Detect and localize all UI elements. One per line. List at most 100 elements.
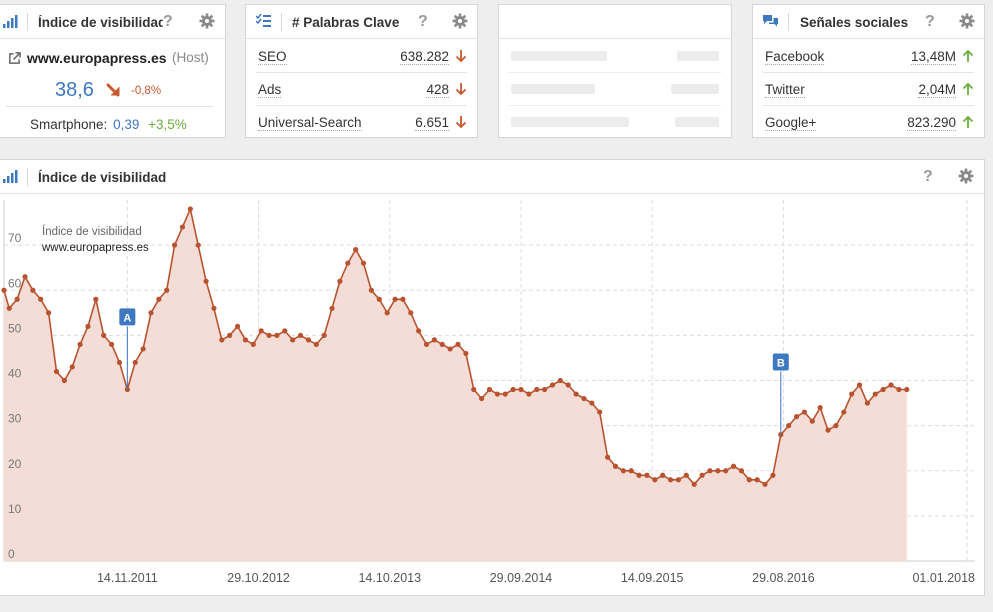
social-label[interactable]: Twitter [765,82,805,98]
data-point [620,468,626,474]
data-point [549,382,556,388]
data-point [510,386,516,393]
data-point [660,472,666,478]
data-point [691,481,697,487]
social-label[interactable]: Facebook [765,49,825,65]
data-point [786,423,792,429]
data-point [14,296,20,302]
arrow-down-icon [455,116,467,129]
divider-line [6,106,213,107]
help-icon[interactable]: ? [925,13,935,31]
data-point [337,278,343,284]
keyword-value[interactable]: 638.282 [400,49,449,65]
social-value[interactable]: 13,48M [910,49,956,65]
smartphone-label: Smartphone: [30,117,108,132]
signal-bars-icon [3,15,18,28]
social-row-facebook[interactable]: Facebook 13,48M [763,40,974,73]
data-point [431,337,437,343]
keyword-label[interactable]: Ads [258,82,282,98]
social-value[interactable]: 2,04M [918,82,956,98]
data-point [833,423,839,429]
help-icon[interactable]: ? [163,13,173,31]
data-point [581,395,587,402]
keyword-row-ads[interactable]: Ads 428 [256,73,467,106]
chart-panel-title: Índice de visibilidad [38,170,167,185]
keyword-label[interactable]: Universal-Search [258,115,362,131]
data-point [258,328,264,334]
keyword-value[interactable]: 6.651 [415,115,449,131]
social-label[interactable]: Google+ [765,115,817,131]
data-point [274,332,280,338]
placeholder-bar [671,84,719,94]
smartphone-change: +3,5% [148,117,187,132]
gear-icon[interactable] [959,13,975,29]
data-point [849,391,855,397]
data-point [219,337,225,343]
social-card-header: Señales sociales ? [753,5,984,39]
data-point [463,350,469,357]
trend-down-arrow-icon [106,83,120,97]
data-point [565,382,571,388]
keyword-value[interactable]: 428 [426,82,449,98]
data-point [156,296,162,302]
data-point [227,332,233,338]
help-icon[interactable]: ? [418,13,428,31]
data-point [746,477,752,483]
host-tag: (Host) [172,50,209,65]
y-tick-label: 70 [8,231,22,245]
chart-legend-domain: www.europapress.es [41,242,149,254]
data-point [116,359,123,366]
keyword-label[interactable]: SEO [258,49,287,65]
y-tick-label: 0 [8,547,15,561]
placeholder-bar [511,84,595,94]
data-point [164,287,170,293]
data-point [313,341,319,347]
data-point [132,359,138,366]
y-tick-label: 50 [8,321,22,335]
data-point [856,382,863,388]
data-point [203,278,209,284]
data-point [636,472,642,478]
social-value[interactable]: 823.290 [907,115,956,131]
visibility-score: 38,6 [55,79,94,101]
signal-bars-icon [3,170,18,183]
data-point [22,274,28,280]
social-row-googleplus[interactable]: Google+ 823.290 [763,106,974,139]
help-icon[interactable]: ? [923,168,933,186]
social-row-twitter[interactable]: Twitter 2,04M [763,73,974,106]
placeholder-bar [511,117,629,127]
data-point [439,341,445,347]
data-point [542,386,548,393]
data-point [589,400,595,406]
data-point [38,296,44,302]
keywords-card: # Palabras Clave ? SEO 638.282 Ads 428 U… [245,4,478,138]
data-point [888,382,894,388]
y-tick-label: 20 [8,457,22,471]
header-divider [27,13,28,31]
chart-legend-title: Índice de visibilidad [42,225,142,238]
keyword-row-seo[interactable]: SEO 638.282 [256,40,467,73]
placeholder-row [509,106,721,139]
visibility-chart[interactable]: 0 10 20 30 40 50 60 70 14.11.2011 29.10.2012 14.10… [0,194,985,596]
data-point [683,472,689,478]
annotation-label: A [123,312,131,324]
data-point [85,323,91,329]
arrow-up-icon [962,115,974,128]
data-point [872,391,878,397]
data-point [518,386,524,393]
gear-icon[interactable] [452,13,468,29]
gear-icon[interactable] [199,13,215,29]
data-point [266,332,272,338]
y-tick-label: 30 [8,412,22,426]
speech-bubbles-icon [763,15,778,27]
placeholder-bar [675,117,719,127]
domain-name[interactable]: www.europapress.es [27,50,167,66]
data-point [1,287,7,293]
keyword-row-universal-search[interactable]: Universal-Search 6.651 [256,106,467,139]
data-point [471,386,477,393]
data-point [573,391,579,397]
external-link-icon[interactable] [8,52,21,65]
data-point [171,242,178,248]
data-point [699,472,705,478]
gear-icon[interactable] [958,168,974,184]
